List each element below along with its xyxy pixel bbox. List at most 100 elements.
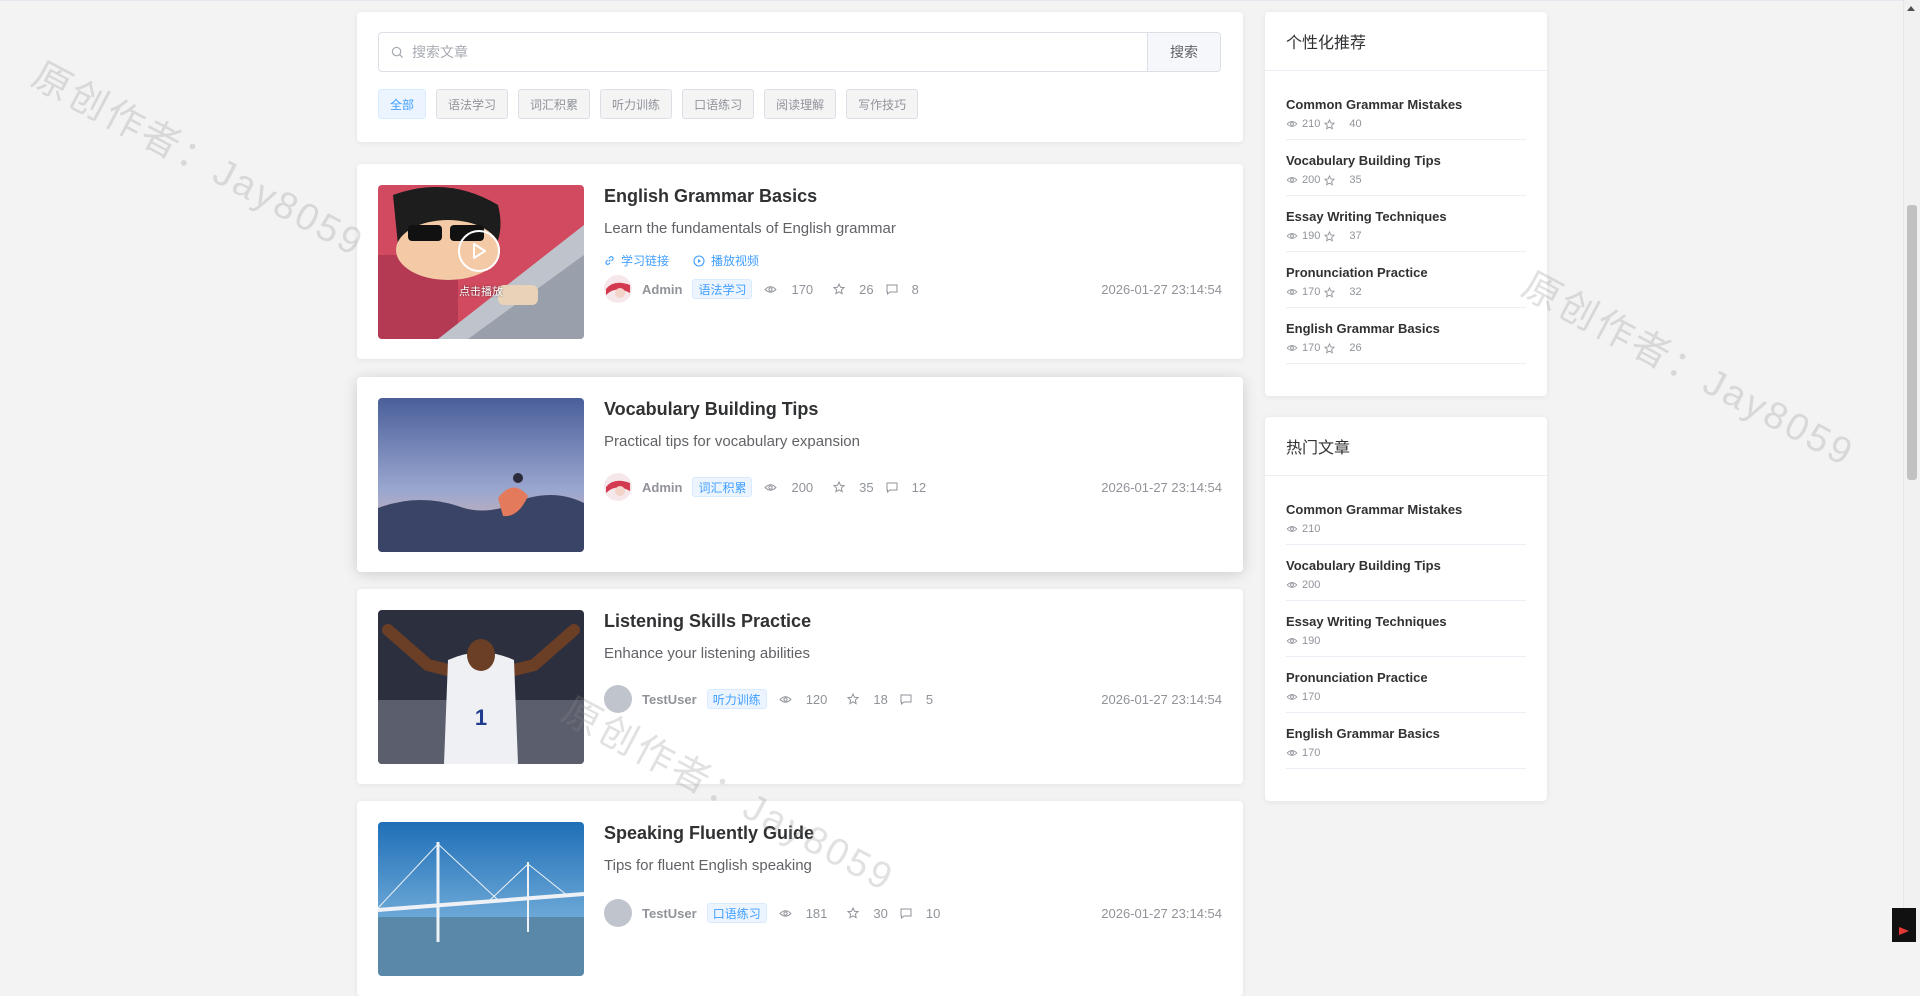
recommend-title: 个性化推荐 bbox=[1265, 12, 1547, 71]
list-item[interactable]: Common Grammar Mistakes 210 bbox=[1286, 489, 1526, 545]
article-thumbnail[interactable]: 1 bbox=[378, 610, 584, 764]
eye-icon bbox=[1286, 750, 1298, 756]
article-meta: TestUser 听力训练 120 18 5 bbox=[604, 684, 933, 714]
article-date: 2026-01-27 23:14:54 bbox=[1101, 480, 1222, 495]
views-count: 210 bbox=[1302, 523, 1321, 535]
article-thumbnail[interactable] bbox=[378, 822, 584, 976]
item-meta: 170 26 bbox=[1286, 342, 1526, 354]
list-item[interactable]: Pronunciation Practice 170 32 bbox=[1286, 252, 1526, 308]
item-title[interactable]: Common Grammar Mistakes bbox=[1286, 97, 1526, 112]
article-thumbnail[interactable]: 点击播放 bbox=[378, 185, 584, 339]
stars-count: 26 bbox=[1349, 342, 1362, 354]
item-title[interactable]: Vocabulary Building Tips bbox=[1286, 153, 1526, 168]
avatar[interactable] bbox=[604, 473, 632, 501]
author-name[interactable]: TestUser bbox=[642, 906, 697, 921]
article-description: Enhance your listening abilities bbox=[604, 645, 810, 662]
item-meta: 210 40 bbox=[1286, 118, 1526, 130]
comments-stat: 12 bbox=[886, 480, 926, 495]
item-title[interactable]: Common Grammar Mistakes bbox=[1286, 502, 1526, 517]
tag-grammar[interactable]: 语法学习 bbox=[436, 89, 509, 119]
category-badge: 语法学习 bbox=[692, 279, 753, 299]
eye-icon bbox=[1286, 289, 1298, 295]
stars-count: 40 bbox=[1349, 118, 1362, 130]
article-title[interactable]: Speaking Fluently Guide bbox=[604, 823, 814, 844]
article-thumbnail[interactable] bbox=[378, 398, 584, 552]
item-title[interactable]: English Grammar Basics bbox=[1286, 726, 1526, 741]
item-title[interactable]: Pronunciation Practice bbox=[1286, 670, 1526, 685]
tag-vocabulary[interactable]: 词汇积累 bbox=[518, 89, 591, 119]
item-title[interactable]: English Grammar Basics bbox=[1286, 321, 1526, 336]
views-count: 181 bbox=[805, 905, 828, 921]
corner-widget[interactable] bbox=[1892, 908, 1916, 942]
search-button[interactable]: 搜索 bbox=[1147, 33, 1220, 71]
item-title[interactable]: Essay Writing Techniques bbox=[1286, 209, 1526, 224]
list-item[interactable]: Vocabulary Building Tips 200 35 bbox=[1286, 140, 1526, 196]
tag-reading[interactable]: 阅读理解 bbox=[764, 89, 837, 119]
play-icon[interactable] bbox=[458, 230, 500, 272]
item-meta: 190 37 bbox=[1286, 230, 1526, 242]
list-item[interactable]: Essay Writing Techniques 190 37 bbox=[1286, 196, 1526, 252]
tag-speaking[interactable]: 口语练习 bbox=[682, 89, 755, 119]
item-title[interactable]: Essay Writing Techniques bbox=[1286, 614, 1526, 629]
author-name[interactable]: TestUser bbox=[642, 692, 697, 707]
category-badge: 口语练习 bbox=[706, 903, 767, 923]
list-item[interactable]: Common Grammar Mistakes 210 40 bbox=[1286, 84, 1526, 140]
comment-icon bbox=[900, 694, 912, 705]
list-item[interactable]: Pronunciation Practice 170 bbox=[1286, 657, 1526, 713]
scrollbar-thumb[interactable] bbox=[1907, 205, 1917, 480]
comments-stat: 10 bbox=[900, 906, 940, 921]
hot-list: Common Grammar Mistakes 210 Vocabulary B… bbox=[1265, 476, 1547, 769]
tag-all[interactable]: 全部 bbox=[378, 89, 427, 119]
article-card[interactable]: 点击播放 English Grammar Basics Learn the fu… bbox=[357, 164, 1243, 359]
star-icon bbox=[847, 693, 860, 705]
search-input-wrapper bbox=[379, 33, 1147, 71]
stars-stat: 35 bbox=[833, 480, 874, 495]
tag-writing[interactable]: 写作技巧 bbox=[846, 89, 919, 119]
comment-icon bbox=[886, 482, 898, 493]
comments-count: 10 bbox=[925, 905, 941, 921]
item-meta: 170 32 bbox=[1286, 286, 1526, 298]
list-item[interactable]: Vocabulary Building Tips 200 bbox=[1286, 545, 1526, 601]
article-title[interactable]: Vocabulary Building Tips bbox=[604, 399, 818, 420]
hot-panel: 热门文章 Common Grammar Mistakes 210 Vocabul… bbox=[1265, 417, 1547, 801]
watermark: 原创作者：Jay8059 bbox=[1515, 264, 1862, 476]
star-icon bbox=[1324, 230, 1336, 242]
search-panel: 搜索 全部 语法学习 词汇积累 听力训练 口语练习 阅读理解 写作技巧 bbox=[357, 12, 1243, 142]
article-title[interactable]: English Grammar Basics bbox=[604, 186, 817, 207]
star-icon bbox=[833, 481, 846, 493]
study-link[interactable]: 学习链接 bbox=[604, 252, 669, 269]
article-card[interactable]: Speaking Fluently Guide Tips for fluent … bbox=[357, 801, 1243, 996]
list-item[interactable]: English Grammar Basics 170 bbox=[1286, 713, 1526, 769]
eye-icon bbox=[1286, 345, 1298, 351]
avatar[interactable] bbox=[604, 275, 632, 303]
scrollbar[interactable] bbox=[1903, 0, 1920, 942]
article-title[interactable]: Listening Skills Practice bbox=[604, 611, 811, 632]
scroll-up-arrow-icon[interactable] bbox=[1907, 6, 1915, 11]
stars-count: 35 bbox=[1349, 174, 1362, 186]
avatar[interactable] bbox=[604, 685, 632, 713]
recommend-list: Common Grammar Mistakes 210 40 Vocabular… bbox=[1265, 71, 1547, 364]
comment-icon bbox=[900, 908, 912, 919]
comment-icon bbox=[886, 284, 898, 295]
hot-title: 热门文章 bbox=[1265, 417, 1547, 476]
author-name[interactable]: Admin bbox=[642, 480, 682, 495]
item-title[interactable]: Pronunciation Practice bbox=[1286, 265, 1526, 280]
article-description: Practical tips for vocabulary expansion bbox=[604, 433, 860, 450]
eye-icon bbox=[1286, 694, 1298, 700]
item-title[interactable]: Vocabulary Building Tips bbox=[1286, 558, 1526, 573]
search-input[interactable] bbox=[410, 43, 1147, 61]
article-card[interactable]: Vocabulary Building Tips Practical tips … bbox=[357, 377, 1243, 572]
play-label: 点击播放 bbox=[459, 286, 503, 298]
tag-listening[interactable]: 听力训练 bbox=[600, 89, 673, 119]
list-item[interactable]: Essay Writing Techniques 190 bbox=[1286, 601, 1526, 657]
play-video-link[interactable]: 播放视频 bbox=[693, 252, 759, 269]
article-card[interactable]: 1 Listening Skills Practice Enhance your… bbox=[357, 589, 1243, 784]
eye-icon bbox=[764, 483, 778, 491]
avatar[interactable] bbox=[604, 899, 632, 927]
views-count: 170 bbox=[1302, 691, 1321, 703]
list-item[interactable]: English Grammar Basics 170 26 bbox=[1286, 308, 1526, 364]
eye-icon bbox=[1286, 177, 1298, 183]
search-bar: 搜索 bbox=[378, 32, 1221, 72]
author-name[interactable]: Admin bbox=[642, 282, 682, 297]
star-icon bbox=[847, 907, 860, 919]
